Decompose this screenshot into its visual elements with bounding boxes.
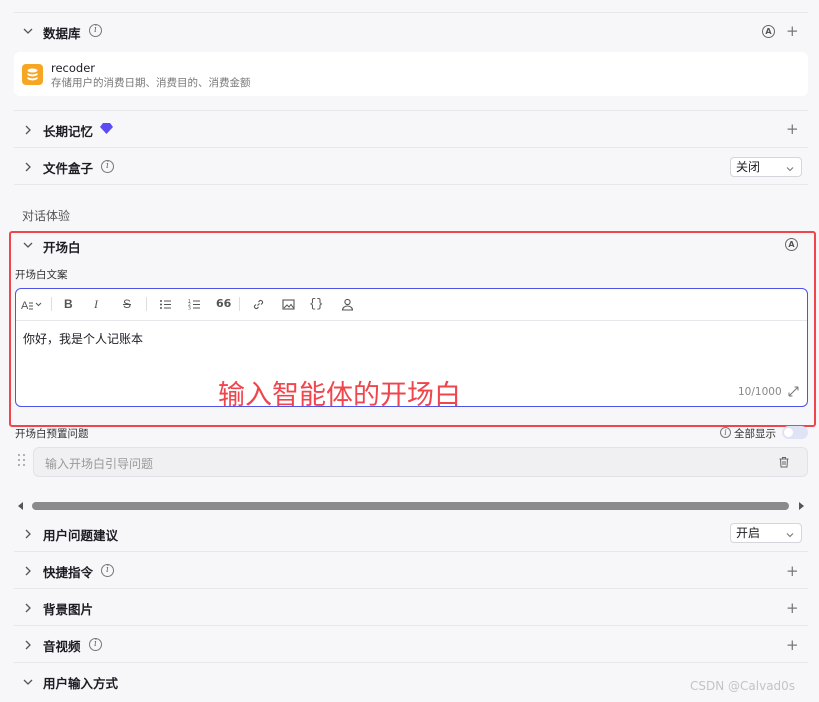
divider [14, 110, 808, 111]
auto-icon[interactable]: A [762, 25, 775, 38]
database-icon [22, 64, 43, 85]
info-icon[interactable]: i [89, 24, 102, 37]
preset-questions-label: 开场白预置问题 [15, 428, 89, 440]
user-suggestions-select[interactable]: 开启 [730, 523, 802, 543]
info-icon[interactable]: i [89, 638, 102, 651]
database-desc: 存储用户的消费日期、消费目的、消费金额 [51, 77, 251, 89]
chevron-down-icon[interactable] [22, 676, 34, 688]
divider [14, 588, 808, 589]
select-value: 关闭 [736, 160, 761, 174]
info-icon[interactable]: i [101, 564, 114, 577]
divider [14, 662, 808, 663]
chevron-right-icon[interactable] [22, 639, 34, 651]
chevron-right-icon[interactable] [22, 528, 34, 540]
section-title: 快捷指令 [43, 565, 94, 580]
chevron-down-icon[interactable] [22, 25, 34, 37]
trash-icon[interactable] [778, 456, 790, 471]
toggle-knob [784, 428, 793, 437]
chevron-right-icon[interactable] [22, 161, 34, 173]
section-title: 音视频 [43, 639, 81, 654]
plus-icon[interactable]: + [786, 564, 799, 579]
chevron-right-icon[interactable] [22, 565, 34, 577]
chevron-right-icon[interactable] [22, 124, 34, 136]
plus-icon[interactable]: + [786, 24, 799, 39]
preset-question-input[interactable]: 输入开场白引导问题 [33, 447, 808, 477]
database-card[interactable]: recoder 存储用户的消费日期、消费目的、消费金额 [14, 52, 808, 96]
section-title: 用户输入方式 [43, 676, 119, 691]
plus-icon[interactable]: + [786, 638, 799, 653]
scrollbar-thumb[interactable] [32, 502, 789, 510]
divider [14, 551, 808, 552]
database-name: recoder [51, 61, 96, 75]
divider [14, 625, 808, 626]
info-icon[interactable]: i [720, 427, 731, 438]
premium-diamond-icon [100, 123, 113, 137]
chevron-down-icon [785, 161, 795, 172]
question-placeholder: 输入开场白引导问题 [45, 457, 154, 471]
drag-handle-icon[interactable] [17, 453, 26, 470]
show-all-label: 全部显示 [734, 428, 776, 440]
info-icon[interactable]: i [101, 160, 114, 173]
group-heading: 对话体验 [22, 209, 71, 223]
section-title: 长期记忆 [43, 124, 94, 139]
watermark: CSDN @Calvad0s [690, 679, 796, 693]
chevron-down-icon [785, 527, 795, 538]
divider [14, 184, 808, 185]
chevron-right-icon[interactable] [22, 602, 34, 614]
section-title: 用户问题建议 [43, 528, 119, 543]
show-all-toggle[interactable] [782, 426, 808, 439]
plus-icon[interactable]: + [786, 122, 799, 137]
section-title: 背景图片 [43, 602, 94, 617]
divider [14, 12, 808, 13]
section-title: 文件盒子 [43, 161, 94, 176]
divider [14, 147, 808, 148]
select-value: 开启 [736, 526, 761, 540]
annotation-box [9, 231, 816, 427]
plus-icon[interactable]: + [786, 601, 799, 616]
scroll-right-icon[interactable] [797, 502, 805, 510]
horizontal-scrollbar[interactable] [17, 500, 807, 512]
section-title: 数据库 [43, 26, 81, 41]
file-box-select[interactable]: 关闭 [730, 157, 802, 177]
scroll-left-icon[interactable] [17, 502, 25, 510]
